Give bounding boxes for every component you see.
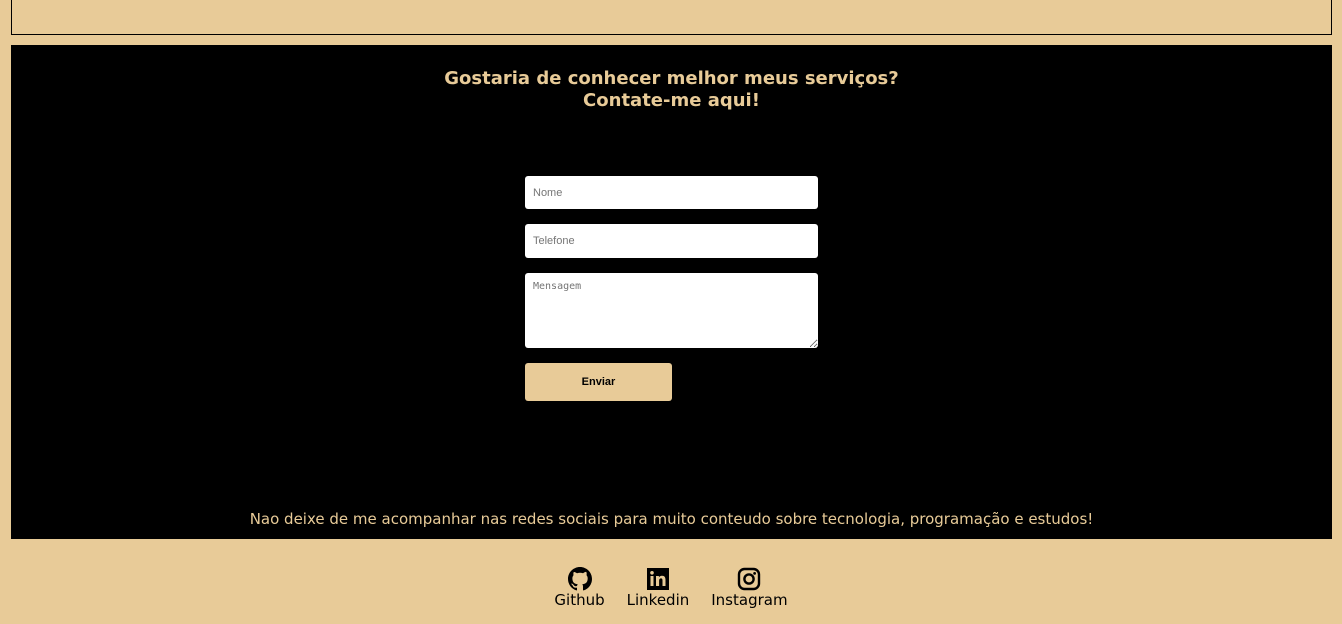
top-section-box <box>11 0 1332 35</box>
phone-input[interactable] <box>525 224 818 258</box>
contact-section: Gostaria de conhecer melhor meus serviço… <box>11 45 1332 539</box>
social-links: Github Linkedin Instagram <box>0 567 1342 609</box>
instagram-icon <box>738 567 761 591</box>
instagram-link[interactable]: Instagram <box>711 567 788 609</box>
github-label: Github <box>554 591 605 609</box>
instagram-label: Instagram <box>711 591 788 609</box>
linkedin-label: Linkedin <box>626 591 690 609</box>
linkedin-icon <box>646 568 669 590</box>
name-input[interactable] <box>525 176 818 209</box>
contact-title-line2: Contate-me aqui! <box>583 90 760 111</box>
github-icon <box>567 567 592 591</box>
linkedin-link[interactable]: Linkedin <box>626 567 690 609</box>
contact-title: Gostaria de conhecer melhor meus serviço… <box>11 68 1332 112</box>
message-textarea[interactable] <box>525 273 818 348</box>
submit-button[interactable]: Enviar <box>525 363 672 401</box>
social-invite-text: Nao deixe de me acompanhar nas redes soc… <box>249 510 1094 528</box>
github-link[interactable]: Github <box>554 567 605 609</box>
contact-title-line1: Gostaria de conhecer melhor meus serviço… <box>444 68 899 89</box>
